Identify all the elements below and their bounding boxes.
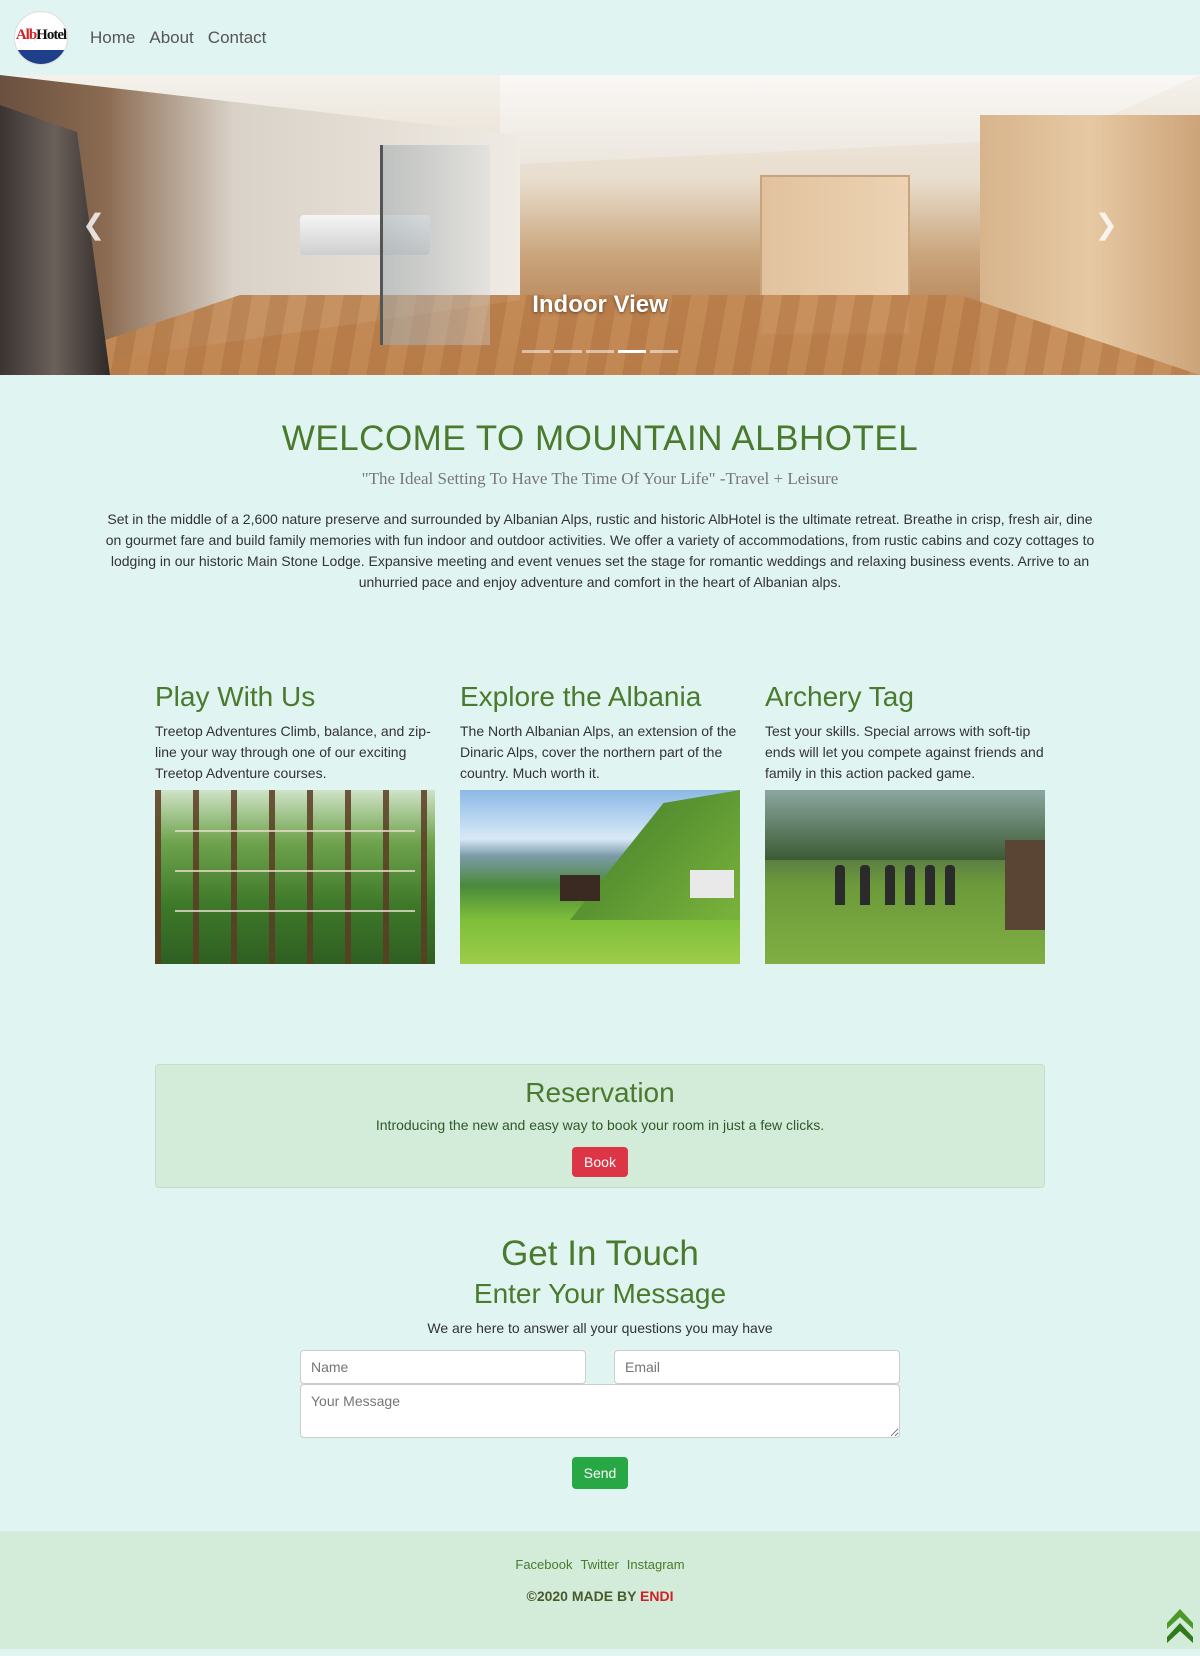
contact-section: Get In Touch Enter Your Message We are h… [0, 1234, 1200, 1489]
archer-figure [925, 865, 935, 905]
contact-title: Get In Touch [501, 1234, 699, 1273]
carousel-indicator[interactable] [650, 350, 678, 353]
rope-line [175, 830, 415, 832]
instagram-link[interactable]: Instagram [627, 1557, 685, 1572]
house-shape [560, 875, 600, 901]
archer-figure [905, 865, 915, 905]
archer-figure [945, 865, 955, 905]
archer-figure [860, 865, 870, 905]
feature-title: Archery Tag [765, 681, 914, 712]
send-button[interactable]: Send [571, 1457, 629, 1489]
forest-shape [765, 790, 1045, 860]
carousel-indicator[interactable] [522, 350, 550, 353]
welcome-quote: "The Ideal Setting To Have The Time Of Y… [361, 469, 839, 488]
welcome-title: WELCOME TO MOUNTAIN ALBHOTEL [281, 419, 919, 458]
feature-title: Explore the Albania [460, 681, 702, 712]
feature-title: Play With Us [155, 681, 316, 712]
contact-text: We are here to answer all your questions… [427, 1320, 773, 1336]
reservation-panel: Reservation Introducing the new and easy… [155, 1064, 1045, 1188]
author-name: ENDI [640, 1588, 674, 1604]
feature-text: The North Albanian Alps, an extension of… [460, 723, 737, 781]
message-field[interactable] [300, 1384, 900, 1438]
form-row [300, 1350, 900, 1384]
carousel-indicator[interactable] [554, 350, 582, 353]
nav-links: Home About Contact [90, 28, 266, 48]
carousel-caption: Indoor View [532, 291, 668, 318]
contact-form: Send [300, 1350, 900, 1489]
reservation-text: Introducing the new and easy way to book… [375, 1117, 825, 1133]
contact-subtitle: Enter Your Message [473, 1278, 727, 1309]
features-section: Play With Us Treetop Adventures Climb, b… [155, 681, 1045, 964]
reservation-title: Reservation [525, 1077, 675, 1108]
rope-line [175, 870, 415, 872]
email-field[interactable] [614, 1350, 900, 1384]
chevron-left-icon[interactable]: ❮ [82, 211, 105, 239]
double-chevron-up-icon[interactable] [1166, 1607, 1194, 1645]
copyright-text: ©2020 MADE BY ENDI [526, 1588, 674, 1604]
archer-figure [885, 865, 895, 905]
rope-line [175, 910, 415, 912]
logo-text: AlbHotel [15, 27, 67, 43]
carousel-indicators [0, 350, 1200, 353]
hero-carousel: ❮ ❯ Indoor View [0, 75, 1200, 375]
name-field[interactable] [300, 1350, 586, 1384]
carousel-indicator-active[interactable] [618, 350, 646, 353]
nav-link-about[interactable]: About [149, 28, 193, 48]
carousel-indicator[interactable] [586, 350, 614, 353]
house-shape [690, 870, 734, 898]
book-button[interactable]: Book [572, 1147, 628, 1177]
treetop-adventure-image [155, 790, 435, 964]
welcome-text: Set in the middle of a 2,600 nature pres… [105, 511, 1095, 590]
facebook-link[interactable]: Facebook [515, 1557, 572, 1572]
cabin-shape [1005, 840, 1045, 930]
nav-link-contact[interactable]: Contact [208, 28, 267, 48]
feature-text: Test your skills. Special arrows with so… [765, 723, 1044, 781]
social-links: Facebook Twitter Instagram [0, 1557, 1200, 1572]
twitter-link[interactable]: Twitter [580, 1557, 618, 1572]
navbar: AlbHotel Home About Contact [0, 0, 1200, 75]
logo-band [15, 49, 67, 64]
chevron-right-icon[interactable]: ❯ [1095, 211, 1118, 239]
archery-tag-image [765, 790, 1045, 964]
feature-card: Explore the Albania The North Albanian A… [460, 681, 740, 964]
feature-card: Archery Tag Test your skills. Special ar… [765, 681, 1045, 964]
hotel-logo[interactable]: AlbHotel [14, 10, 68, 65]
footer: Facebook Twitter Instagram ©2020 MADE BY… [0, 1531, 1200, 1649]
feature-card: Play With Us Treetop Adventures Climb, b… [155, 681, 435, 964]
welcome-section: WELCOME TO MOUNTAIN ALBHOTEL "The Ideal … [0, 375, 1200, 593]
albanian-alps-image [460, 790, 740, 964]
archer-figure [835, 865, 845, 905]
nav-link-home[interactable]: Home [90, 28, 135, 48]
feature-text: Treetop Adventures Climb, balance, and z… [155, 723, 431, 781]
